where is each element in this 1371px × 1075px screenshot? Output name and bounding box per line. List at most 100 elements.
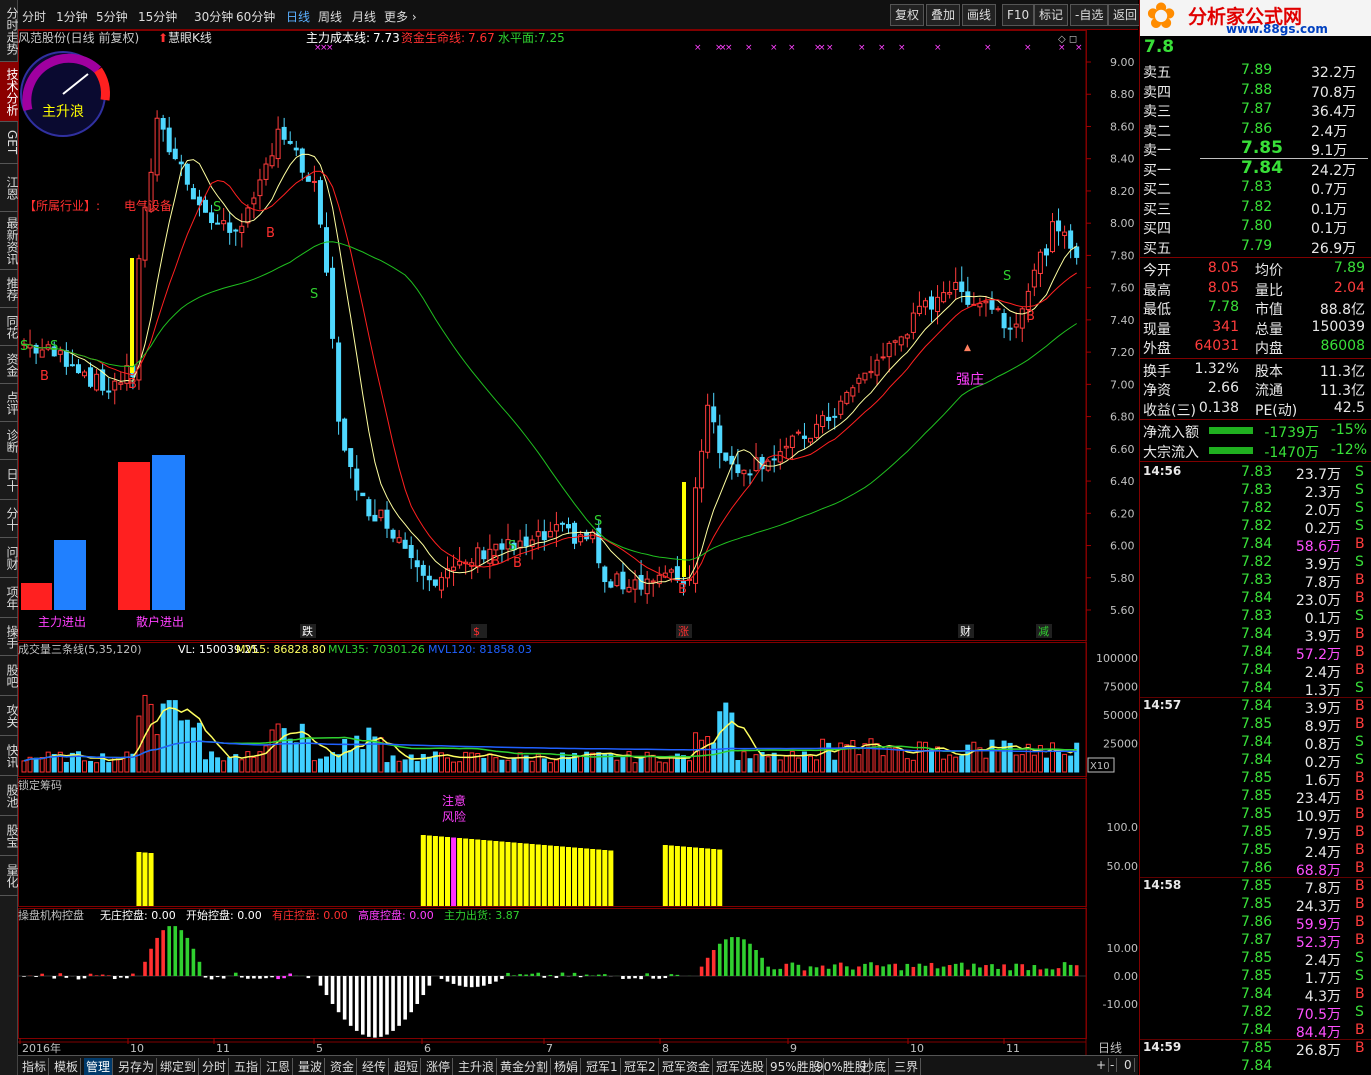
lock-bar — [142, 852, 148, 906]
left-tab-19[interactable]: 股宝 — [0, 816, 18, 856]
stat-value: 341 — [1212, 318, 1239, 335]
tool-button-2[interactable]: 画线 — [962, 4, 997, 26]
indicator-tab-10[interactable]: 经传 — [360, 1058, 390, 1075]
left-tab-17[interactable]: 快讯 — [0, 736, 18, 776]
alert-marker: × — [1024, 43, 1032, 53]
tool-button-5[interactable]: -自选 — [1070, 4, 1109, 26]
trade-signal-marker: B — [678, 582, 687, 597]
left-tab-8[interactable]: 点评 — [0, 384, 18, 422]
control-bar — [403, 976, 407, 1020]
control-bar — [58, 973, 63, 976]
tool-button-1[interactable]: 叠加 — [926, 4, 961, 26]
indicator-tab-13[interactable]: 主升浪 — [456, 1058, 498, 1075]
tick-side: B — [1355, 986, 1365, 1002]
indicator-tab-16[interactable]: 冠军1 — [584, 1058, 621, 1075]
left-tab-15[interactable]: 股吧 — [0, 656, 18, 696]
left-tab-10[interactable]: 日十 — [0, 460, 18, 500]
left-tab-16[interactable]: 攻关 — [0, 696, 18, 736]
left-tab-4[interactable]: 最新资讯 — [0, 212, 18, 270]
bid-price: 7.84 — [1241, 157, 1283, 178]
period-tab-0[interactable]: 分时 — [22, 8, 46, 25]
candle-body — [324, 227, 329, 273]
left-tab-14[interactable]: 操手 — [0, 618, 18, 656]
stat-value-2: 150039 — [1311, 318, 1365, 335]
left-tab-20[interactable]: 量化 — [0, 856, 18, 896]
volume-bar — [166, 700, 172, 773]
indicator-tab-1[interactable]: 模板 — [52, 1058, 82, 1075]
tool-button-0[interactable]: 复权 — [890, 4, 925, 26]
left-tab-0[interactable]: 分时走势 — [0, 0, 18, 62]
left-tab-5[interactable]: 推荐 — [0, 270, 18, 308]
indicator-tab-6[interactable]: 五指 — [232, 1058, 262, 1075]
price-tick-label: 6.00 — [1110, 540, 1135, 553]
indicator-tab-3[interactable]: 另存为 — [116, 1058, 158, 1075]
period-tab-7[interactable]: 周线 — [318, 8, 342, 25]
control-bar — [379, 976, 383, 1037]
period-tab-8[interactable]: 月线 — [352, 8, 376, 25]
price-tick-label: 8.40 — [1110, 153, 1135, 166]
candle-body — [275, 128, 281, 160]
period-tab-2[interactable]: 5分钟 — [96, 8, 128, 25]
event-marker: 跌 — [302, 624, 313, 638]
zoom-button-0[interactable]: + — [1094, 1058, 1110, 1072]
tool-button-6[interactable]: 返回 — [1108, 4, 1143, 26]
indicator-tab-23[interactable]: 三界 — [892, 1058, 922, 1075]
tick-time: 14:58 — [1143, 878, 1182, 892]
indicator-tab-17[interactable]: 冠军2 — [622, 1058, 659, 1075]
zoom-button-2[interactable]: 0 — [1122, 1058, 1135, 1072]
left-tab-11[interactable]: 分十 — [0, 500, 18, 538]
left-tab-1[interactable]: 技术分析 — [0, 62, 18, 122]
left-tab-6[interactable]: 同花 — [0, 308, 18, 346]
indicator-tab-7[interactable]: 江恩 — [264, 1058, 294, 1075]
period-tab-4[interactable]: 30分钟 — [194, 8, 233, 25]
indicator-tab-9[interactable]: 资金 — [328, 1058, 358, 1075]
indicator-tab-8[interactable]: 量波 — [296, 1058, 326, 1075]
stock-terminal: 分时走势 技术分析 GET 江恩 最新资讯 推荐 同花 资金 点评 诊断 日十 分十 问财 项年 操手 股吧攻… — [0, 0, 1371, 1075]
left-tab-2[interactable]: GET — [0, 122, 18, 164]
chart-area[interactable]: 9.00 8.80 8.60 8.40 8.20 8.00 7.80 7.60 7.40 7.20… — [18, 30, 1138, 1055]
period-tab-5[interactable]: 60分钟 — [236, 8, 275, 25]
indicator-tab-22[interactable]: 抄底 — [860, 1058, 890, 1075]
indicator-tab-12[interactable]: 涨停 — [424, 1058, 454, 1075]
indicator-tab-15[interactable]: 杨娟 — [552, 1058, 582, 1075]
left-tab-13[interactable]: 项年 — [0, 578, 18, 618]
indicator-tab-5[interactable]: 分时 — [200, 1058, 230, 1075]
tool-button-4[interactable]: 标记 — [1034, 4, 1069, 26]
period-tab-6[interactable]: 日线 — [286, 8, 310, 25]
volume-bar — [632, 762, 638, 773]
period-tab-3[interactable]: 15分钟 — [138, 8, 177, 25]
indicator-tab-11[interactable]: 超短 — [392, 1058, 422, 1075]
indicator-tab-0[interactable]: 指标 — [20, 1058, 50, 1075]
lock-bar — [136, 852, 142, 906]
control-bar — [518, 974, 522, 976]
control-bar — [373, 976, 377, 1038]
period-tab-9[interactable]: 更多 › — [384, 8, 417, 25]
period-tab-1[interactable]: 1分钟 — [56, 8, 88, 25]
candle-body — [1050, 221, 1055, 253]
control-bar — [554, 976, 559, 978]
candle-body — [305, 175, 311, 182]
legend-cost-value: 7.73 — [373, 31, 400, 45]
indicator-tab-18[interactable]: 冠军资金 — [660, 1058, 714, 1075]
left-tab-12[interactable]: 问财 — [0, 538, 18, 578]
control-bar — [409, 976, 413, 1013]
candle-body — [118, 382, 124, 385]
control-bar — [838, 962, 843, 976]
left-tab-9[interactable]: 诊断 — [0, 422, 18, 460]
zoom-button-1[interactable]: - — [1108, 1058, 1118, 1072]
control-bar — [264, 976, 268, 979]
indicator-tab-19[interactable]: 冠军选股 — [714, 1058, 768, 1075]
stat-row-3: 现量 341 总量 150039 — [1143, 318, 1369, 338]
alert-marker: × — [788, 43, 796, 53]
indicator-tab-2[interactable]: 管理 — [84, 1058, 114, 1075]
indicator-tab-14[interactable]: 黄金分割 — [498, 1058, 552, 1075]
control-bar — [119, 976, 123, 978]
lock-bar — [511, 842, 517, 906]
tool-button-3[interactable]: F10 — [1002, 4, 1035, 26]
left-tab-18[interactable]: 股池 — [0, 776, 18, 816]
candle-body — [154, 117, 160, 176]
left-tab-3[interactable]: 江恩 — [0, 164, 18, 212]
left-tab-7[interactable]: 资金 — [0, 346, 18, 384]
volume-bar — [1062, 753, 1068, 773]
indicator-tab-4[interactable]: 绑定到 — [158, 1058, 200, 1075]
